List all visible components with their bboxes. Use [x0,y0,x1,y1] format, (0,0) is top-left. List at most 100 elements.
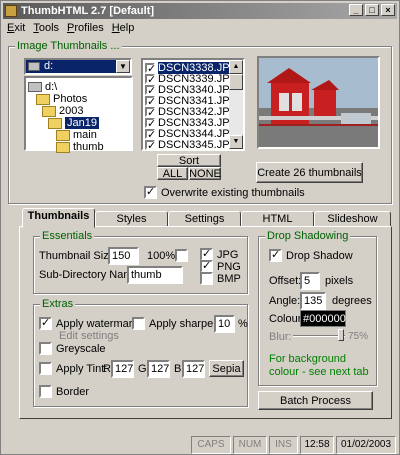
file-name: DSCN3345.JPG [158,138,239,151]
close-button[interactable]: × [381,4,395,16]
bmp-checkbox[interactable] [200,272,213,285]
sepia-button[interactable]: Sepia [209,360,244,377]
bmp-label: BMP [217,272,241,285]
tint-b-input[interactable]: 127 [182,360,205,378]
watermark-checkbox[interactable] [39,316,52,330]
file-checkbox[interactable] [145,62,156,75]
tint-b-label: B [174,363,182,375]
menu-label-rest: xit [14,22,26,34]
file-list-item[interactable]: DSCN3345.JPG [145,138,239,152]
percent-100-checkbox[interactable] [175,249,188,262]
overwrite-checkbox[interactable] [144,185,157,199]
menu-tools[interactable]: Tools [33,20,59,36]
subdir-input[interactable]: thumb [127,266,183,284]
tint-g-input[interactable]: 127 [147,360,170,378]
menu-bar: Exit Tools Profiles Help [3,20,134,36]
file-checkbox[interactable] [145,117,156,130]
menu-label-rest: rofiles [74,22,104,34]
menu-label-rest: ools [38,22,60,34]
scroll-thumb[interactable] [229,74,243,90]
offset-label: Offset: [269,275,302,287]
scroll-down-icon[interactable]: ▼ [229,135,243,149]
blur-value: 75% [348,331,369,342]
file-checkbox[interactable] [145,95,156,108]
status-num: NUM [233,436,267,454]
file-list-scrollbar[interactable]: ▲ ▼ [229,60,243,149]
drive-icon [28,82,42,92]
background-colour-note: For background colour - see next tab [269,353,369,378]
border-checkbox[interactable] [39,385,52,398]
select-all-button[interactable]: ALL [157,167,188,180]
greyscale-option[interactable]: Greyscale [39,342,106,355]
batch-process-button[interactable]: Batch Process [258,391,373,410]
overwrite-option[interactable]: Overwrite existing thumbnails [144,185,305,199]
tab-styles[interactable]: Styles [95,211,168,227]
colour-swatch[interactable]: #000000 [300,310,346,327]
folder-icon [36,93,50,105]
folder-tree[interactable]: d:\ Photos 2003 Jan19 main thumb [24,76,133,154]
sharpening-checkbox[interactable] [132,317,145,330]
tab-html[interactable]: HTML [241,211,314,227]
tint-checkbox[interactable] [39,362,52,375]
drop-shadow-checkbox[interactable] [269,248,282,262]
angle-label: Angle: [269,295,301,307]
menu-help[interactable]: Help [112,20,135,36]
border-label: Border [56,385,90,398]
thumbnail-size-input[interactable]: 150 [108,247,139,265]
menu-exit[interactable]: Exit [7,20,25,36]
file-checkbox[interactable] [145,73,156,86]
drop-shadow-label: Drop Shadow [286,249,353,262]
status-date: 01/02/2003 [336,436,396,454]
edit-settings-link[interactable]: Edit settings [59,330,119,342]
tint-label: Apply Tint: [56,362,108,375]
png-label: PNG [217,260,241,273]
tint-r-label: R [103,363,111,375]
blur-slider-thumb[interactable] [338,329,344,341]
tree-node[interactable]: thumb [56,140,104,154]
offset-input[interactable]: 5 [300,272,320,290]
drive-select[interactable]: d: ▼ [24,58,132,75]
watermark-label: Apply watermark [56,317,138,330]
scroll-up-icon[interactable]: ▲ [229,60,243,74]
tint-r-input[interactable]: 127 [111,360,134,378]
extras-title: Extras [40,298,76,310]
create-thumbnails-button[interactable]: Create 26 thumbnails [256,162,363,183]
watermark-option[interactable]: Apply watermark [39,316,138,330]
overwrite-label: Overwrite existing thumbnails [161,186,305,199]
status-caps: CAPS [191,436,231,454]
app-icon [5,5,17,17]
window-title: ThumbHTML 2.7 [Default] [21,5,155,17]
bmp-option[interactable]: BMP [200,272,241,285]
folder-icon [42,105,56,117]
file-checkbox[interactable] [145,139,156,152]
drop-shadow-option[interactable]: Drop Shadow [269,248,353,262]
tab-slideshow[interactable]: Slideshow [314,211,391,227]
border-option[interactable]: Border [39,385,89,398]
file-checkbox[interactable] [145,84,156,97]
status-ins: INS [269,436,298,454]
tab-settings[interactable]: Settings [168,211,241,227]
select-none-button[interactable]: NONE [189,167,221,180]
sharpening-pct: % [238,318,248,330]
maximize-button[interactable]: □ [365,4,379,16]
menu-label-rest: elp [119,22,135,34]
minimize-button[interactable]: _ [349,4,363,16]
tree-node-label: thumb [73,141,104,153]
status-time: 12:58 [300,436,334,454]
greyscale-label: Greyscale [56,342,106,355]
menu-profiles[interactable]: Profiles [67,20,104,36]
folder-icon [56,129,70,141]
sort-button[interactable]: Sort [157,154,221,167]
file-list[interactable]: DSCN3338.JPGDSCN3339.JPGDSCN3340.JPGDSCN… [141,58,245,152]
angle-input[interactable]: 135 [300,292,326,310]
file-checkbox[interactable] [145,106,156,119]
chevron-down-icon[interactable]: ▼ [116,60,130,73]
angle-unit: degrees [332,295,372,307]
status-spacer [3,436,191,454]
file-checkbox[interactable] [145,128,156,141]
tab-thumbnails[interactable]: Thumbnails [22,208,95,228]
sharpening-input[interactable]: 10 [214,315,235,333]
greyscale-checkbox[interactable] [39,342,52,355]
folder-icon [48,117,62,129]
tint-option[interactable]: Apply Tint: [39,362,107,375]
